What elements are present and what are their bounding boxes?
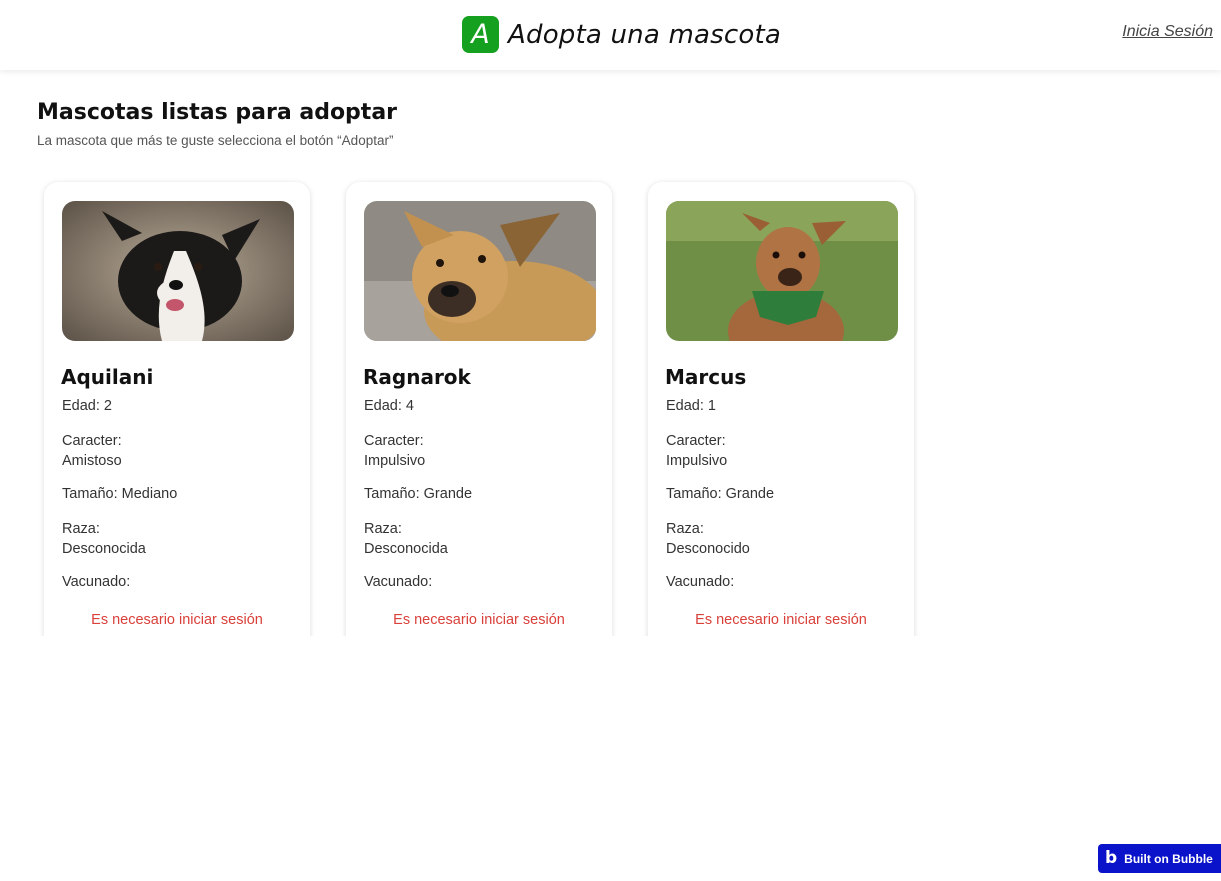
app-title: Adopta una mascota <box>508 19 781 50</box>
pet-breed-label: Raza: <box>364 521 402 537</box>
login-link[interactable]: Inicia Sesión <box>1122 23 1213 41</box>
pet-character-label: Caracter: <box>62 433 122 449</box>
pet-character: Caracter: Amistoso <box>62 431 122 471</box>
pet-vaccinated: Vacunado: <box>364 574 433 590</box>
pet-card: Ragnarok Edad: 4 Caracter: Impulsivo Tam… <box>346 182 612 636</box>
pet-character: Caracter: Impulsivo <box>666 431 727 471</box>
pet-breed: Raza: Desconocida <box>364 519 448 559</box>
pet-cards-list[interactable]: Aquilani Edad: 2 Caracter: Amistoso Tama… <box>0 172 1221 636</box>
pet-age: Edad: 1 <box>666 398 716 414</box>
built-on-bubble-label: Built on Bubble <box>1124 851 1213 866</box>
pet-photo <box>666 201 898 341</box>
pet-age: Edad: 2 <box>62 398 112 414</box>
pet-character-value: Impulsivo <box>666 453 728 469</box>
pet-size: Tamaño: Grande <box>364 486 473 502</box>
pet-breed-value: Desconocido <box>666 541 750 557</box>
pet-size: Tamaño: Mediano <box>62 486 178 502</box>
pet-card: Marcus Edad: 1 Caracter: Impulsivo Tamañ… <box>648 182 914 636</box>
pet-name: Marcus <box>665 365 747 389</box>
pet-photo <box>62 201 294 341</box>
page-subtitle: La mascota que más te guste selecciona e… <box>37 133 394 148</box>
pet-character: Caracter: Impulsivo <box>364 431 425 471</box>
pet-card: Aquilani Edad: 2 Caracter: Amistoso Tama… <box>44 182 310 636</box>
pet-size: Tamaño: Grande <box>666 486 775 502</box>
pet-breed-label: Raza: <box>666 521 704 537</box>
built-on-bubble-badge[interactable]: b Built on Bubble <box>1098 844 1221 873</box>
pet-character-value: Impulsivo <box>364 453 426 469</box>
bubble-logo-icon: b <box>1105 848 1118 868</box>
pet-breed-label: Raza: <box>62 521 100 537</box>
pet-photo <box>364 201 596 341</box>
pet-vaccinated: Vacunado: <box>666 574 735 590</box>
pet-breed-value: Desconocida <box>62 541 146 557</box>
page-title: Mascotas listas para adoptar <box>37 100 398 125</box>
brand[interactable]: A Adopta una mascota <box>462 16 781 53</box>
login-required-notice: Es necesario iniciar sesión <box>91 612 263 628</box>
pet-character-label: Caracter: <box>364 433 424 449</box>
pet-vaccinated: Vacunado: <box>62 574 131 590</box>
pet-breed: Raza: Desconocida <box>62 519 146 559</box>
pet-name: Ragnarok <box>363 365 471 389</box>
top-header: A Adopta una mascota Inicia Sesión <box>0 0 1221 70</box>
pet-character-label: Caracter: <box>666 433 726 449</box>
pet-age: Edad: 4 <box>364 398 414 414</box>
login-required-notice: Es necesario iniciar sesión <box>393 612 565 628</box>
pet-name: Aquilani <box>61 365 154 389</box>
brand-logo-icon: A <box>462 16 499 53</box>
login-required-notice: Es necesario iniciar sesión <box>695 612 867 628</box>
pet-character-value: Amistoso <box>62 453 122 469</box>
pet-breed: Raza: Desconocido <box>666 519 750 559</box>
pet-breed-value: Desconocida <box>364 541 448 557</box>
